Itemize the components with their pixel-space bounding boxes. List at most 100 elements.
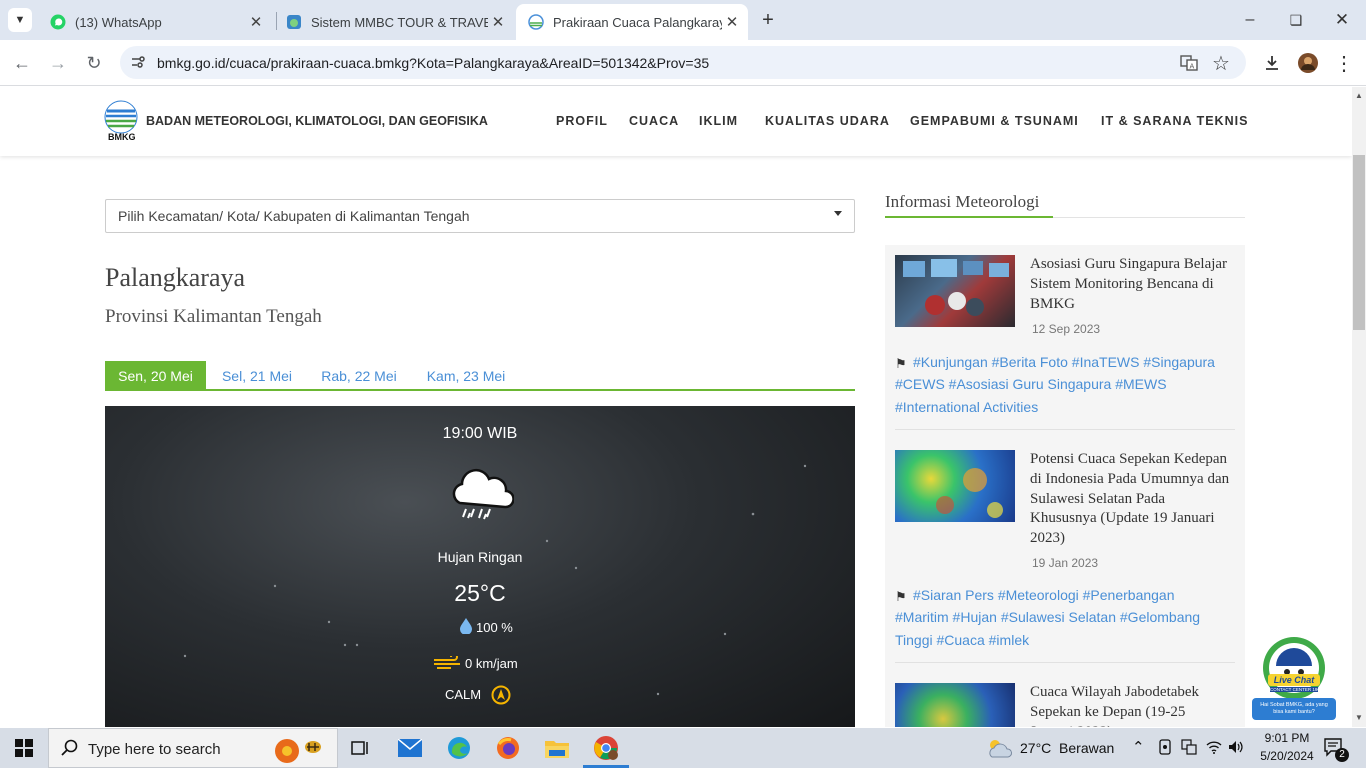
tab-title: (13) WhatsApp <box>75 14 162 30</box>
tab-day-2[interactable]: Sel, 21 Mei <box>210 361 304 391</box>
select-value: Pilih Kecamatan/ Kota/ Kabupaten di Kali… <box>118 208 470 224</box>
taskbar-search-box[interactable]: Type here to search <box>48 728 338 768</box>
new-tab-button[interactable]: + <box>756 8 780 32</box>
bmkg-icon <box>528 14 544 30</box>
news-tags[interactable]: #Siaran Pers #Meteorologi #Penerbangan #… <box>895 584 1225 651</box>
windows-start-icon[interactable] <box>10 734 38 762</box>
close-tab-icon[interactable]: ✕ <box>488 13 508 31</box>
search-highlight-flower-icon <box>269 733 329 770</box>
minimize-button[interactable]: – <box>1238 8 1262 32</box>
news-date: 19 Jan 2023 <box>1032 556 1099 570</box>
news-tags-text[interactable]: #Siaran Pers #Meteorologi #Penerbangan #… <box>895 587 1200 648</box>
forecast-wind-speed: 0 km/jam <box>465 656 518 671</box>
forecast-card: 19:00 WIB Hujan Ringan 25°C 100 % 0 km/j… <box>105 406 855 727</box>
windows-taskbar: Type here to search 27°C Berawan ⌃ 9:01 … <box>0 728 1366 768</box>
live-chat-widget[interactable]: Live Chat CONTACT CENTER 196 Hai Sobat B… <box>1250 636 1338 722</box>
city-title: Palangkaraya <box>105 263 246 292</box>
close-tab-icon[interactable]: ✕ <box>722 13 742 31</box>
news-title[interactable]: Asosiasi Guru Singapura Belajar Sistem M… <box>1030 255 1230 314</box>
tab-search-button[interactable]: ▼ <box>8 8 32 32</box>
task-view-icon[interactable] <box>346 734 374 762</box>
rain-cloud-icon <box>446 463 515 523</box>
file-explorer-icon[interactable] <box>543 734 571 762</box>
restore-button[interactable]: ❏ <box>1284 8 1308 32</box>
tab-title: Prakiraan Cuaca Palangkaraya - <box>553 14 722 30</box>
forecast-wind-direction: CALM <box>445 687 482 702</box>
site-info-icon[interactable] <box>130 54 146 70</box>
edge-browser-icon[interactable] <box>445 734 473 762</box>
logo-text: BMKG <box>108 132 136 142</box>
forecast-time: 19:00 WIB <box>442 425 518 442</box>
news-title[interactable]: Potensi Cuaca Sepekan Kedepan di Indones… <box>1030 450 1230 549</box>
close-window-button[interactable]: ✕ <box>1330 8 1354 32</box>
location-select[interactable]: Pilih Kecamatan/ Kota/ Kabupaten di Kali… <box>105 199 855 233</box>
bookmark-star-icon[interactable]: ☆ <box>1212 51 1230 76</box>
tab-title: Sistem MMBC TOUR & TRAVEL <box>311 14 488 30</box>
province-subtitle: Provinsi Kalimantan Tengah <box>105 306 322 327</box>
humidity-drop-icon <box>460 618 472 635</box>
weather-cloud-icon <box>986 738 1014 763</box>
page-scrollbar[interactable]: ▲ ▼ <box>1352 87 1366 727</box>
meet-now-icon[interactable] <box>1158 739 1172 758</box>
chrome-icon[interactable] <box>592 734 620 762</box>
tray-chevron-up-icon[interactable]: ⌃ <box>1132 738 1145 756</box>
tab-day-3[interactable]: Rab, 22 Mei <box>310 361 408 391</box>
browser-menu-icon[interactable]: ⋮ <box>1332 51 1356 75</box>
forecast-humidity: 100 % <box>476 620 513 635</box>
forward-button[interactable]: → <box>46 51 70 75</box>
search-icon <box>61 739 79 762</box>
sidebar-heading: Informasi Meteorologi <box>885 192 1040 211</box>
tab-day-1[interactable]: Sen, 20 Mei <box>105 361 206 391</box>
web-page: BMKG BADAN METEOROLOGI, KLIMATOLOGI, DAN… <box>0 87 1352 727</box>
wind-icon <box>433 653 463 670</box>
close-tab-icon[interactable]: ✕ <box>246 13 266 31</box>
clock-time[interactable]: 9:01 PM <box>1262 731 1312 745</box>
sidebar-heading-accent <box>885 216 1053 218</box>
scroll-up-arrow-icon[interactable]: ▲ <box>1355 91 1363 100</box>
news-divider <box>895 429 1235 430</box>
tab-mmbc[interactable]: Sistem MMBC TOUR & TRAVEL ✕ <box>274 4 514 40</box>
address-bar[interactable]: bmkg.go.id/cuaca/prakiraan-cuaca.bmkg?Ko… <box>120 46 1246 79</box>
live-chat-bubble: Hai Sobat BMKG, ada yang bisa kami bantu… <box>1252 698 1336 720</box>
forecast-temperature: 25°C <box>454 580 506 606</box>
bmkg-logo[interactable]: BMKG <box>104 100 138 142</box>
tab-day-4[interactable]: Kam, 23 Mei <box>414 361 518 391</box>
news-thumbnail[interactable] <box>895 450 1015 522</box>
firefox-icon[interactable] <box>494 734 522 762</box>
tab-bmkg[interactable]: Prakiraan Cuaca Palangkaraya - ✕ <box>516 4 748 40</box>
nav-gempabumi[interactable]: GEMPABUMI & TSUNAMI <box>910 114 1079 128</box>
news-thumbnail[interactable] <box>895 255 1015 327</box>
notification-count-badge: 2 <box>1335 748 1349 762</box>
scroll-down-arrow-icon[interactable]: ▼ <box>1355 713 1363 722</box>
translate-icon[interactable]: A <box>1180 54 1198 72</box>
tab-whatsapp[interactable]: (13) WhatsApp ✕ <box>38 4 272 40</box>
nav-iklim[interactable]: IKLIM <box>699 114 738 128</box>
svg-text:A: A <box>1190 63 1195 71</box>
search-placeholder: Type here to search <box>88 741 221 758</box>
mail-app-icon[interactable] <box>396 734 424 762</box>
live-chat-contact: CONTACT CENTER 196 <box>1270 687 1318 692</box>
input-method-icon[interactable] <box>1181 739 1197 758</box>
forecast-condition: Hujan Ringan <box>437 549 523 565</box>
volume-icon[interactable] <box>1228 739 1244 758</box>
news-tags[interactable]: #Kunjungan #Berita Foto #InaTEWS #Singap… <box>895 351 1225 418</box>
browser-toolbar: ← → ↻ bmkg.go.id/cuaca/prakiraan-cuaca.b… <box>0 40 1366 86</box>
news-title[interactable]: Cuaca Wilayah Jabodetabek Sepekan ke Dep… <box>1030 683 1230 727</box>
back-button[interactable]: ← <box>10 51 34 75</box>
nav-profil[interactable]: PROFIL <box>556 114 608 128</box>
profile-avatar[interactable] <box>1296 51 1320 75</box>
nav-cuaca[interactable]: CUACA <box>629 114 679 128</box>
nav-it-sarana[interactable]: IT & SARANA TEKNIS <box>1101 114 1248 128</box>
url-text: bmkg.go.id/cuaca/prakiraan-cuaca.bmkg?Ko… <box>157 55 710 71</box>
nav-kualitas-udara[interactable]: KUALITAS UDARA <box>765 114 890 128</box>
news-thumbnail[interactable] <box>895 683 1015 727</box>
taskbar-weather[interactable]: 27°C Berawan <box>1020 740 1114 756</box>
site-header: BMKG BADAN METEOROLOGI, KLIMATOLOGI, DAN… <box>0 87 1352 156</box>
wifi-icon[interactable] <box>1206 740 1222 757</box>
news-tags-text[interactable]: #Kunjungan #Berita Foto #InaTEWS #Singap… <box>895 354 1215 415</box>
clock-date[interactable]: 5/20/2024 <box>1252 749 1322 763</box>
reload-button[interactable]: ↻ <box>82 51 106 75</box>
scrollbar-thumb[interactable] <box>1353 155 1365 330</box>
downloads-icon[interactable] <box>1260 51 1284 75</box>
news-divider <box>895 662 1235 663</box>
